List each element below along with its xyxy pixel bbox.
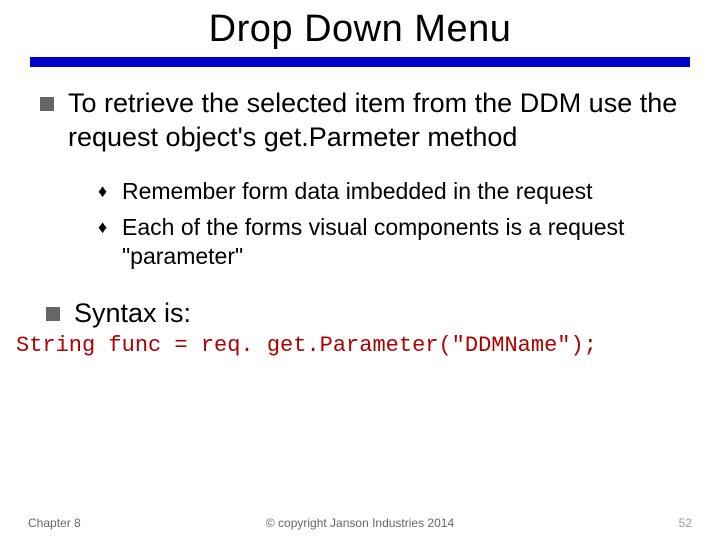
slide-title: Drop Down Menu	[0, 0, 720, 51]
bullet-level1: Syntax is:	[40, 297, 680, 331]
bullet-level1: To retrieve the selected item from the D…	[40, 87, 680, 155]
code-line: String func = req. get.Parameter("DDMNam…	[0, 331, 720, 358]
bullet1-text: To retrieve the selected item from the D…	[68, 87, 680, 155]
content-area: To retrieve the selected item from the D…	[0, 67, 720, 331]
sub-bullets: ♦ Remember form data imbedded in the req…	[40, 177, 680, 271]
footer: Chapter 8 © copyright Janson Industries …	[0, 516, 720, 530]
bullet-level2: ♦ Remember form data imbedded in the req…	[98, 177, 680, 206]
bullet2-text: Syntax is:	[74, 297, 680, 331]
square-bullet-icon	[40, 97, 54, 111]
footer-center: © copyright Janson Industries 2014	[0, 516, 720, 530]
sub2-text: Each of the forms visual components is a…	[122, 213, 680, 271]
diamond-bullet-icon: ♦	[98, 213, 114, 271]
sub1-text: Remember form data imbedded in the reque…	[122, 177, 680, 206]
slide: Drop Down Menu To retrieve the selected …	[0, 0, 720, 540]
bullet-level2: ♦ Each of the forms visual components is…	[98, 213, 680, 271]
square-bullet-icon	[46, 307, 60, 321]
diamond-bullet-icon: ♦	[98, 177, 114, 206]
title-underline	[30, 57, 690, 67]
